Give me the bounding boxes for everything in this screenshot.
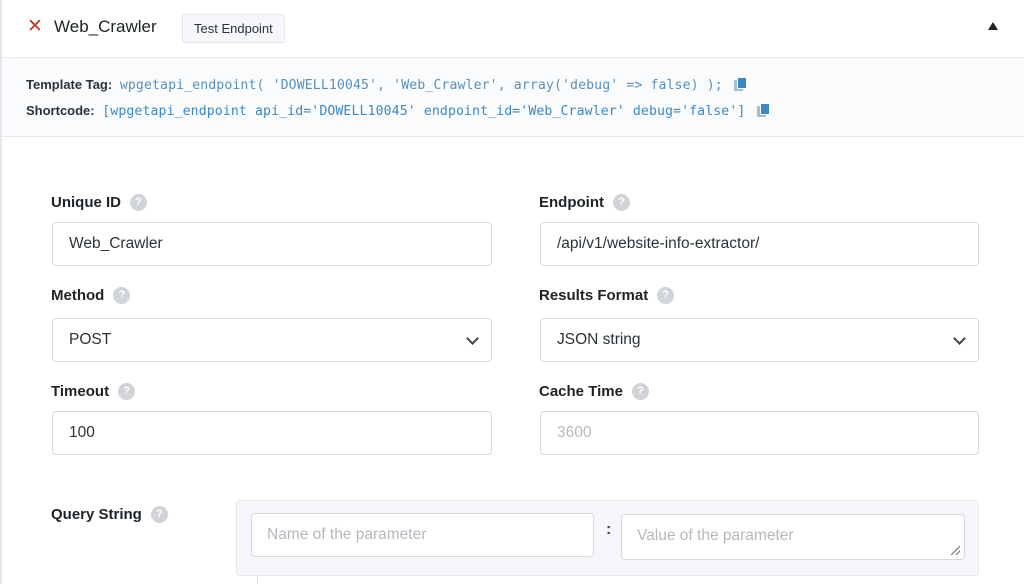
shortcode-row: Shortcode: [wpgetapi_endpoint api_id='DO… bbox=[26, 103, 771, 119]
copy-icon[interactable] bbox=[734, 77, 748, 91]
method-select[interactable]: POST bbox=[52, 318, 492, 362]
help-icon[interactable]: ? bbox=[631, 383, 649, 400]
help-icon[interactable]: ? bbox=[130, 194, 147, 211]
chevron-down-icon bbox=[953, 332, 966, 345]
endpoint-title: Web_Crawler bbox=[54, 17, 157, 36]
method-selected-value: POST bbox=[69, 331, 112, 348]
test-endpoint-button[interactable]: Test Endpoint bbox=[182, 14, 285, 43]
shortcode-label: Shortcode: bbox=[26, 103, 95, 118]
unique-id-input[interactable]: Web_Crawler bbox=[52, 222, 492, 266]
query-string-label: Query String ? bbox=[51, 506, 168, 523]
results-format-label-text: Results Format bbox=[539, 287, 649, 304]
cache-time-label-text: Cache Time bbox=[539, 383, 623, 400]
template-tag-label: Template Tag: bbox=[26, 77, 113, 92]
divider bbox=[257, 576, 258, 584]
help-icon[interactable]: ? bbox=[657, 287, 675, 304]
template-tag-row: Template Tag: wpgetapi_endpoint( 'DOWELL… bbox=[26, 77, 748, 93]
help-icon[interactable]: ? bbox=[150, 506, 168, 523]
cache-time-label: Cache Time ? bbox=[539, 383, 649, 400]
method-label: Method ? bbox=[51, 287, 131, 304]
results-format-select[interactable]: JSON string bbox=[540, 318, 979, 362]
query-param-value-textarea[interactable]: Value of the parameter bbox=[621, 514, 965, 560]
query-string-label-text: Query String bbox=[51, 506, 142, 523]
tags-panel: Template Tag: wpgetapi_endpoint( 'DOWELL… bbox=[2, 58, 1024, 137]
collapse-triangle-icon[interactable] bbox=[988, 22, 998, 30]
endpoint-input[interactable]: /api/v1/website-info-extractor/ bbox=[540, 222, 979, 266]
query-param-name-input[interactable]: Name of the parameter bbox=[251, 513, 594, 557]
unique-id-label: Unique ID ? bbox=[51, 194, 147, 211]
query-param-value-placeholder: Value of the parameter bbox=[637, 527, 794, 544]
timeout-label: Timeout ? bbox=[51, 383, 136, 400]
key-value-separator: : bbox=[606, 521, 612, 538]
resize-handle-icon[interactable] bbox=[951, 546, 960, 555]
endpoint-label: Endpoint ? bbox=[539, 194, 630, 211]
help-icon[interactable]: ? bbox=[612, 194, 630, 211]
endpoint-label-text: Endpoint bbox=[539, 194, 604, 211]
endpoint-header: ✕ Web_Crawler Test Endpoint bbox=[2, 0, 1024, 58]
method-label-text: Method bbox=[51, 287, 105, 304]
help-icon[interactable]: ? bbox=[113, 287, 131, 304]
shortcode-code: [wpgetapi_endpoint api_id='DOWELL10045' … bbox=[102, 104, 746, 119]
close-icon[interactable]: ✕ bbox=[27, 17, 43, 36]
copy-icon[interactable] bbox=[757, 103, 771, 117]
cache-time-input[interactable]: 3600 bbox=[540, 411, 979, 455]
unique-id-label-text: Unique ID bbox=[51, 194, 121, 211]
help-icon[interactable]: ? bbox=[118, 383, 136, 400]
timeout-input[interactable]: 100 bbox=[52, 411, 492, 455]
timeout-label-text: Timeout bbox=[51, 383, 110, 400]
template-tag-code: wpgetapi_endpoint( 'DOWELL10045', 'Web_C… bbox=[119, 78, 723, 93]
chevron-down-icon bbox=[466, 332, 479, 345]
results-format-selected-value: JSON string bbox=[557, 331, 641, 348]
results-format-label: Results Format ? bbox=[539, 287, 675, 304]
